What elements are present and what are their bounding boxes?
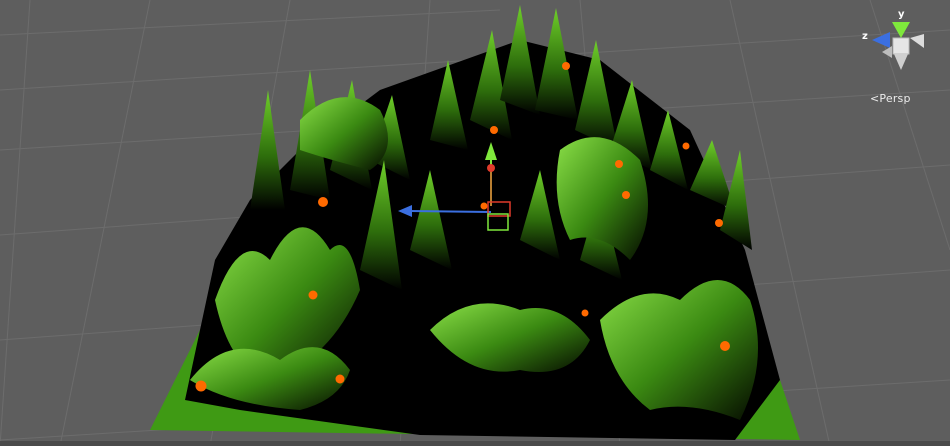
x-cone-icon (910, 34, 924, 48)
projection-label: Persp (879, 92, 911, 105)
marker-point (715, 219, 723, 227)
marker-point (308, 290, 318, 300)
scene-view-bottom-edge (0, 441, 950, 446)
neg-y-cone-icon (894, 54, 908, 70)
axis-y-label: y (898, 9, 905, 20)
scene-viewport[interactable] (0, 0, 950, 446)
axis-cube-icon[interactable]: y z (860, 8, 940, 88)
terrain-mesh[interactable] (185, 5, 780, 440)
marker-point (195, 380, 207, 392)
neg-x-cone-icon (882, 46, 892, 58)
axis-z-label: z (862, 31, 868, 42)
marker-point (615, 160, 623, 168)
orientation-gizmo[interactable]: y z <Persp (860, 8, 940, 108)
marker-point (318, 197, 328, 207)
chevron-left-icon: < (870, 92, 880, 105)
center-cube-icon (892, 37, 910, 55)
z-cone-icon (872, 32, 890, 48)
marker-point (622, 191, 630, 199)
marker-point (562, 62, 570, 70)
marker-point (682, 142, 690, 150)
projection-toggle[interactable]: <Persp (870, 92, 911, 105)
z-axis-handle (409, 210, 492, 213)
marker-point (480, 202, 488, 210)
marker-point (490, 126, 498, 134)
marker-point (720, 341, 730, 351)
marker-point (335, 374, 345, 384)
y-cone-icon (892, 22, 910, 38)
x-axis-arrow-icon (487, 164, 495, 172)
marker-point (581, 309, 589, 317)
